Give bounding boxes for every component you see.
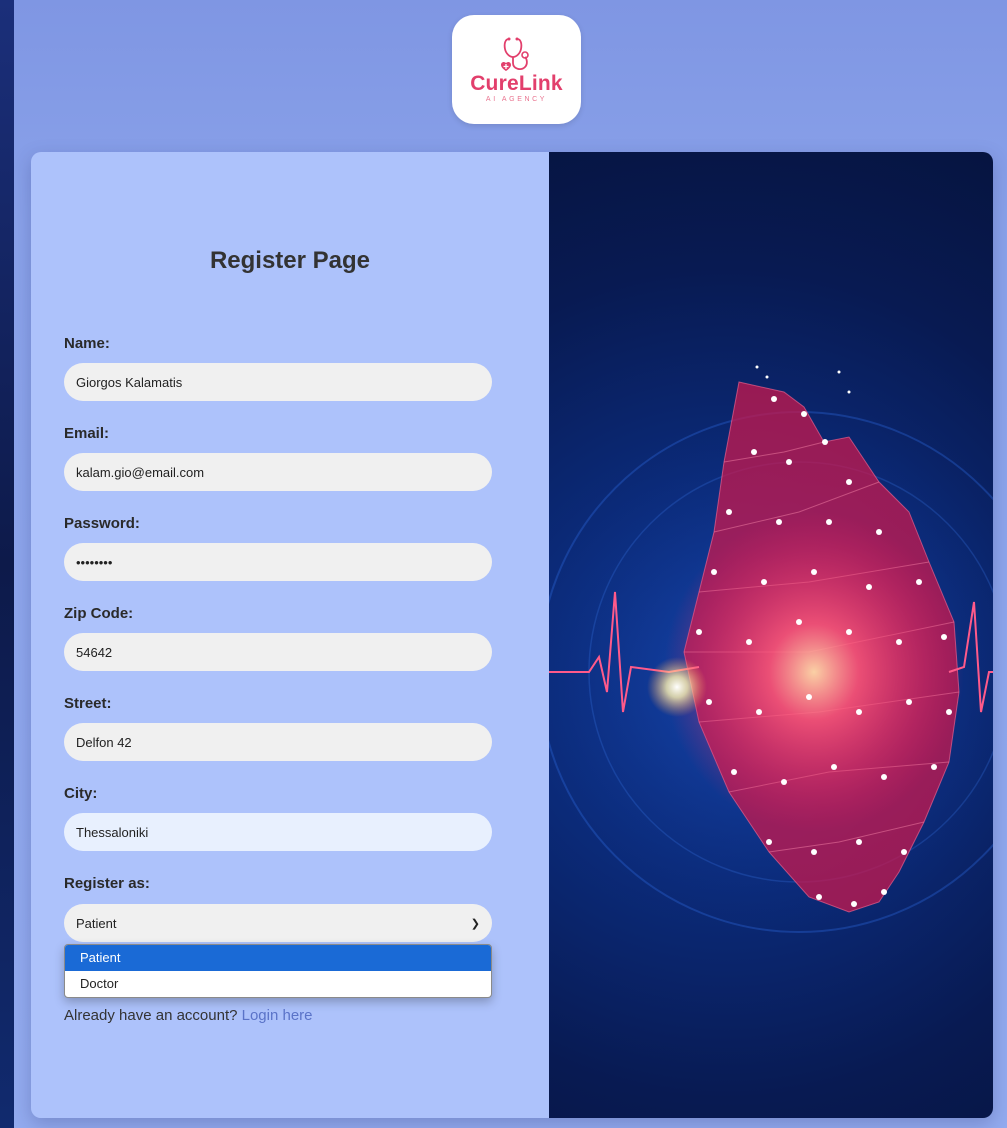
password-label: Password: bbox=[64, 515, 140, 532]
hero-image bbox=[549, 152, 993, 1118]
city-input[interactable] bbox=[64, 813, 492, 851]
email-input[interactable] bbox=[64, 453, 492, 491]
register-card: Register Page Name: Email: Password: Zip… bbox=[31, 152, 993, 1118]
heart-illustration bbox=[549, 365, 993, 942]
stethoscope-heart-icon bbox=[500, 37, 529, 71]
zip-code-input[interactable] bbox=[64, 633, 492, 671]
street-input[interactable] bbox=[64, 723, 492, 761]
street-label: Street: bbox=[64, 695, 112, 712]
login-prompt-text: Already have an account? bbox=[64, 1007, 238, 1024]
page-title: Register Page bbox=[209, 247, 371, 274]
option-doctor[interactable]: Doctor bbox=[65, 971, 491, 997]
register-as-label: Register as: bbox=[64, 875, 150, 892]
register-form: Register Page Name: Email: Password: Zip… bbox=[31, 152, 549, 1118]
logo: CureLink AI AGENCY bbox=[452, 15, 581, 124]
register-as-select[interactable]: Patient ❯ bbox=[64, 904, 492, 942]
login-prompt: Already have an account? Login here bbox=[64, 1007, 313, 1024]
brand-name: CureLink bbox=[470, 72, 563, 95]
brand-tagline: AI AGENCY bbox=[485, 96, 548, 103]
option-patient[interactable]: Patient bbox=[65, 945, 491, 971]
password-input[interactable] bbox=[64, 543, 492, 581]
chevron-down-icon: ❯ bbox=[470, 917, 480, 930]
city-label: City: bbox=[64, 785, 98, 802]
name-input[interactable] bbox=[64, 363, 492, 401]
register-as-selected-value: Patient bbox=[76, 915, 117, 931]
login-link[interactable]: Login here bbox=[242, 1007, 313, 1024]
name-label: Name: bbox=[64, 335, 110, 352]
register-as-options: Patient Doctor bbox=[64, 944, 492, 998]
email-label: Email: bbox=[64, 425, 110, 442]
zip-code-label: Zip Code: bbox=[64, 605, 134, 622]
